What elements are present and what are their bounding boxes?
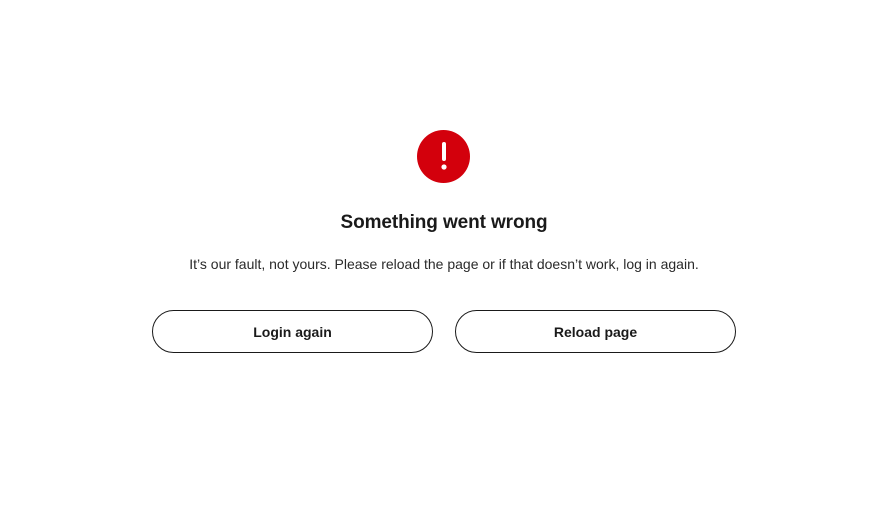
exclamation-icon — [417, 130, 470, 183]
error-message: It’s our fault, not yours. Please reload… — [189, 256, 699, 272]
reload-page-button[interactable]: Reload page — [455, 310, 736, 353]
error-page: Something went wrong It’s our fault, not… — [0, 0, 875, 505]
error-title: Something went wrong — [340, 212, 548, 233]
exclamation-glyph — [440, 141, 447, 170]
login-again-button[interactable]: Login again — [152, 310, 433, 353]
